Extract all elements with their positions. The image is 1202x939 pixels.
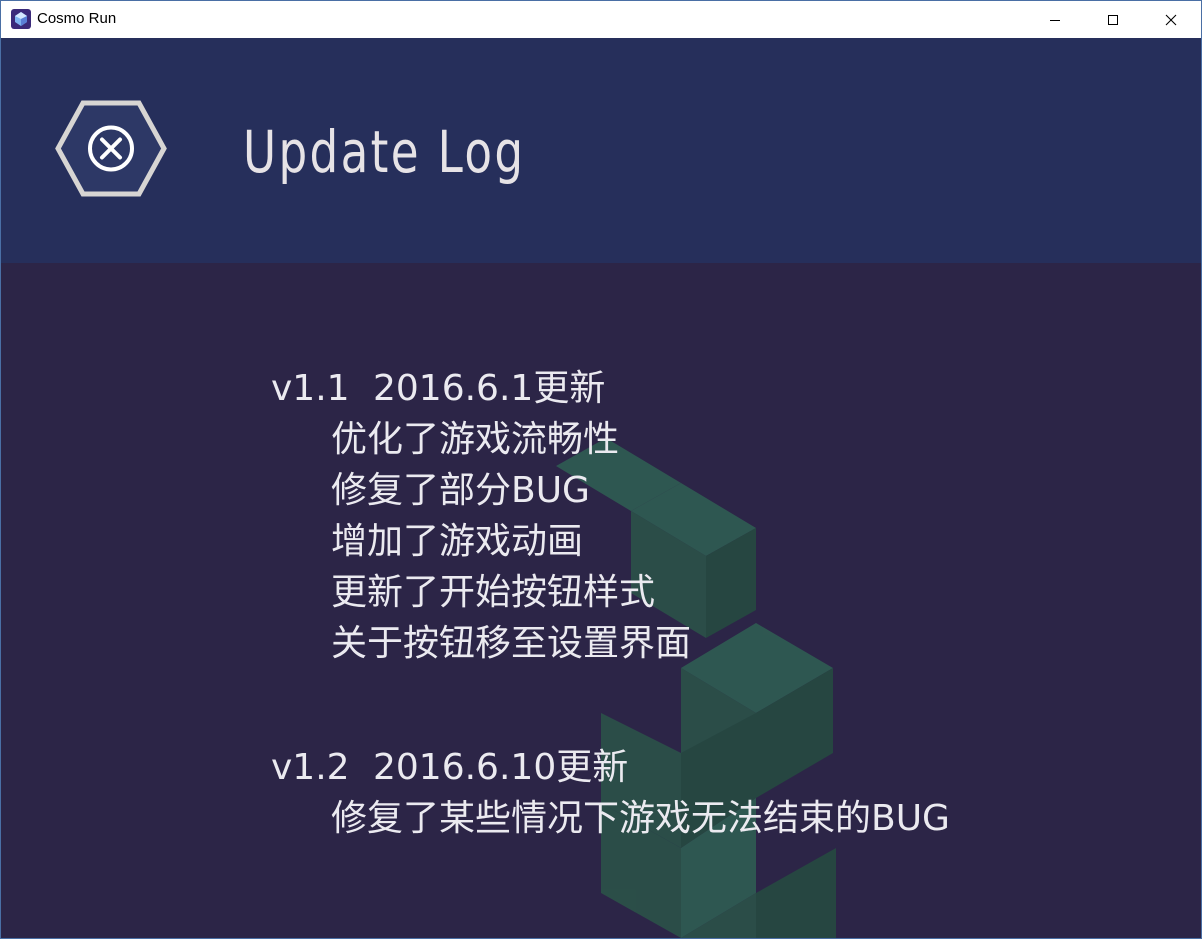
game-window: Cosmo Run Update Log v1.1 2016.6.1更新 优化了… — [0, 0, 1202, 939]
header-band: Update Log — [1, 38, 1201, 263]
version-block: v1.1 2016.6.1更新 优化了游戏流畅性 修复了部分BUG 增加了游戏动画… — [271, 364, 950, 669]
close-window-button[interactable] — [1142, 1, 1200, 38]
change-item: 增加了游戏动画 — [331, 521, 584, 562]
app-icon — [11, 9, 31, 29]
change-item: 修复了部分BUG — [331, 470, 590, 511]
game-area: Update Log v1.1 2016.6.1更新 优化了游戏流畅性 修复了部分… — [1, 38, 1201, 938]
hexagon-close-icon[interactable] — [55, 100, 167, 197]
version-number: v1.1 — [271, 368, 350, 409]
version-number: v1.2 — [271, 747, 350, 788]
maximize-icon — [1108, 14, 1118, 25]
update-log: v1.1 2016.6.1更新 优化了游戏流畅性 修复了部分BUG 增加了游戏动画… — [271, 364, 950, 844]
change-item: 修复了某些情况下游戏无法结束的BUG — [331, 798, 950, 839]
minimize-button[interactable] — [1026, 1, 1084, 38]
window-title: Cosmo Run — [37, 10, 117, 27]
minimize-icon — [1050, 19, 1060, 21]
maximize-button[interactable] — [1084, 1, 1142, 38]
change-item: 优化了游戏流畅性 — [331, 419, 620, 460]
close-icon — [1165, 14, 1177, 25]
page-title: Update Log — [243, 118, 526, 186]
version-header: v1.2 2016.6.10更新 — [271, 743, 950, 793]
version-date: 2016.6.1更新 — [373, 368, 606, 409]
version-block: v1.2 2016.6.10更新 修复了某些情况下游戏无法结束的BUG — [271, 743, 950, 844]
version-header: v1.1 2016.6.1更新 — [271, 364, 950, 414]
change-item: 关于按钮移至设置界面 — [331, 623, 692, 664]
version-date: 2016.6.10更新 — [373, 747, 629, 788]
change-item: 更新了开始按钮样式 — [331, 572, 656, 613]
title-bar[interactable]: Cosmo Run — [1, 1, 1201, 38]
